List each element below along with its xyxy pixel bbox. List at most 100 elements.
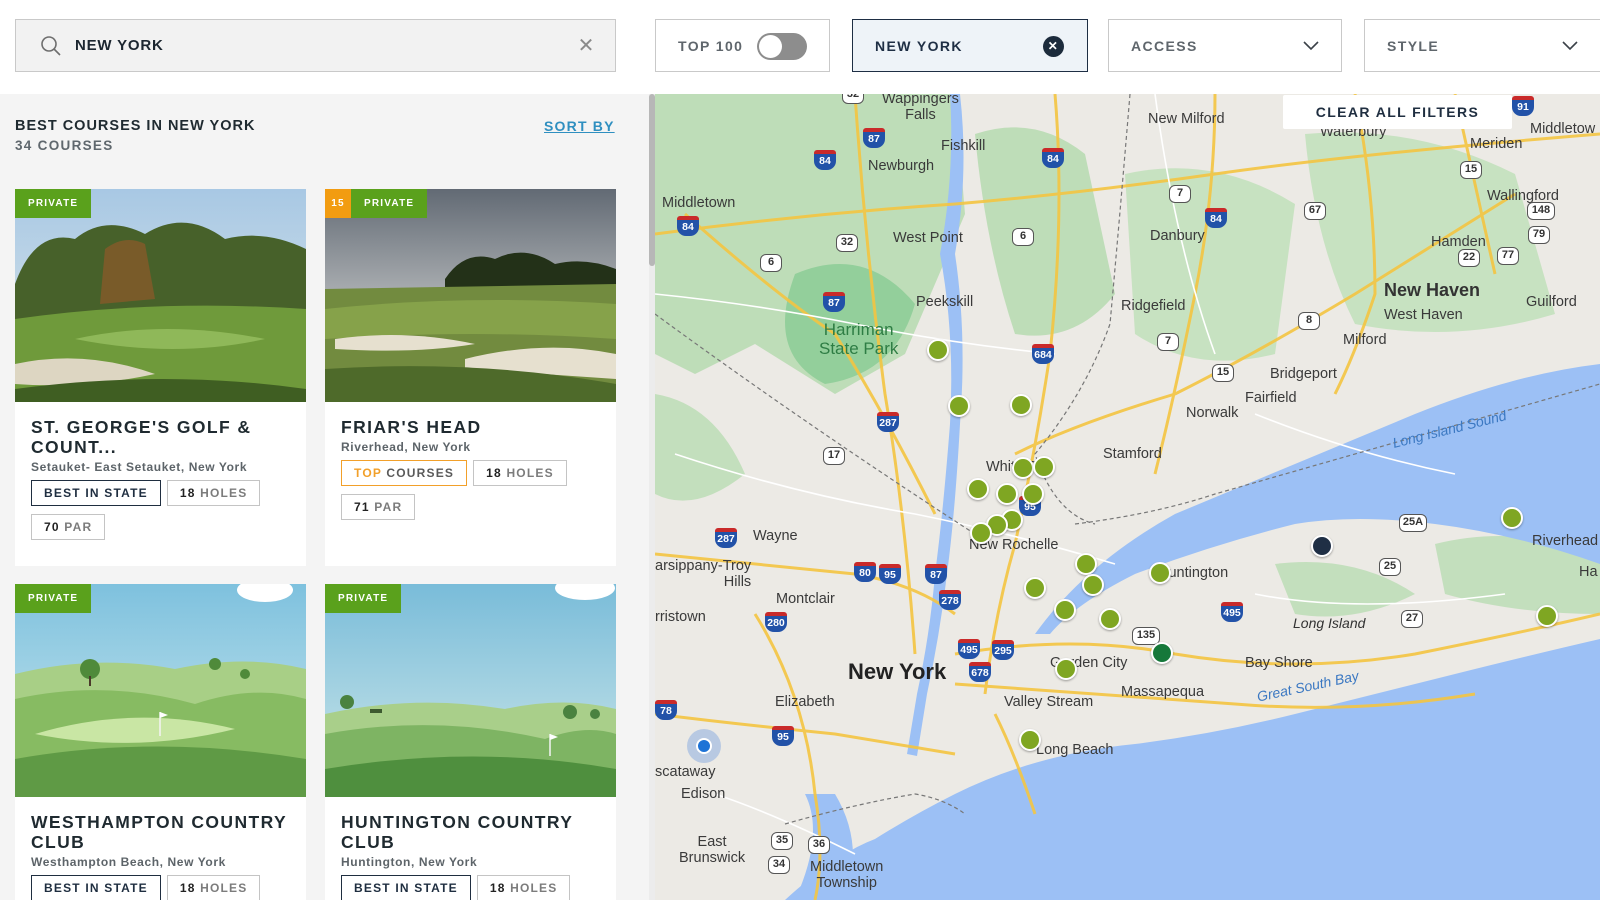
rank-badge: 15 [325,189,351,218]
holes-tag: 18 HOLES [473,460,567,486]
route-shield: 7 [1169,185,1191,203]
course-pin[interactable] [1082,574,1104,596]
course-pin[interactable] [1024,577,1046,599]
interstate-shield: 295 [992,640,1014,660]
map-view[interactable]: Wappingers Falls New Milford Waterbury Mi… [655,94,1600,900]
search-input[interactable]: NEW YORK [75,37,571,54]
current-location-icon [687,729,721,763]
map-label: Stamford [1103,446,1162,462]
map-label: arsippany-Troy Hills [655,558,752,590]
course-pin[interactable] [967,478,989,500]
holes-unit: HOLES [200,881,248,895]
map-label: Meriden [1470,136,1523,152]
course-tags: BEST IN STATE 18 HOLES [341,875,611,900]
course-name[interactable]: HUNTINGTON COUNTRY CLUB [341,812,606,852]
course-pin[interactable] [1019,729,1041,751]
map-label: Ridgefield [1121,298,1186,314]
course-card[interactable]: PRIVATE WESTHAMPTON COUNTRY CLUB Westham… [15,584,306,900]
interstate-shield: 84 [1042,148,1064,168]
holes-tag: 18 HOLES [166,480,261,506]
clear-all-filters-button[interactable]: CLEAR ALL FILTERS [1283,95,1512,129]
route-shield: 7 [1157,333,1179,351]
route-shield: 148 [1527,202,1555,220]
course-pin[interactable] [1151,642,1173,664]
map-label: Edison [681,786,726,802]
holes-unit: HOLES [510,881,558,895]
close-icon[interactable]: ✕ [571,33,601,58]
course-pin[interactable] [1054,599,1076,621]
course-location: Huntington, New York [341,855,478,869]
access-badge: PRIVATE [351,189,428,218]
course-count: 34 COURSES [15,138,114,153]
course-pin[interactable] [1022,483,1044,505]
top100-filter[interactable]: TOP 100 [655,19,830,72]
interstate-shield: 495 [1221,602,1243,622]
style-dropdown[interactable]: STYLE [1364,19,1600,72]
route-shield: 25A [1399,514,1427,532]
map-label: Peekskill [916,294,974,310]
course-card[interactable]: 15 PRIVATE FRIAR'S HEAD Riverhead, New Y… [325,189,616,566]
course-pin[interactable] [948,395,970,417]
interstate-shield: 87 [863,128,885,148]
course-pin[interactable] [1055,658,1077,680]
route-shield: 36 [808,836,830,854]
best-in-state-tag: BEST IN STATE [31,875,161,900]
route-shield: 6 [1012,228,1034,246]
course-pin[interactable] [1501,507,1523,529]
route-shield: 32 [836,234,858,252]
course-card[interactable]: PRIVATE ST. GEORGE'S GOLF & COUNT... Set… [15,189,306,566]
interstate-shield: 684 [1032,344,1054,364]
map-label: Wayne [753,528,798,544]
top-rest: COURSES [386,466,455,480]
interstate-shield: 495 [958,639,980,659]
course-pin[interactable] [1536,605,1558,627]
par-unit: PAR [64,520,93,534]
map-label: Guilford [1526,294,1577,310]
map-label: Norwalk [1186,405,1239,421]
course-pin[interactable] [1010,394,1032,416]
map-label: Elizabeth [775,694,835,710]
course-name[interactable]: WESTHAMPTON COUNTRY CLUB [31,812,296,852]
map-label: Valley Stream [1004,694,1094,710]
course-pin[interactable] [1033,456,1055,478]
interstate-shield: 95 [879,564,901,584]
course-name[interactable]: ST. GEORGE'S GOLF & COUNT... [31,417,296,457]
course-pin[interactable] [1012,457,1034,479]
course-card[interactable]: PRIVATE HUNTINGTON COUNTRY CLUB Huntingt… [325,584,616,900]
map-label: Milford [1343,332,1387,348]
holes-number: 18 [179,486,196,500]
access-badge: PRIVATE [325,584,402,613]
map-label: New Milford [1148,111,1225,127]
route-shield: 35 [771,832,793,850]
map-label: Middletown Township [810,859,884,891]
course-pin[interactable] [1099,608,1121,630]
route-shield: 25 [1379,558,1401,576]
course-photo [325,189,616,402]
map-label: Hamden [1431,234,1486,250]
route-shield: 6 [760,254,782,272]
course-pin[interactable] [927,339,949,361]
selected-course-pin[interactable] [1311,535,1333,557]
holes-number: 18 [486,466,502,480]
par-tag: 70 PAR [31,514,106,540]
course-pin[interactable] [1075,553,1097,575]
route-shield: 135 [1132,627,1160,645]
map-label: Fishkill [941,138,986,154]
course-name[interactable]: FRIAR'S HEAD [341,417,606,437]
map-label: East Brunswick [679,834,746,866]
course-pin[interactable] [996,483,1018,505]
search-box[interactable]: NEW YORK ✕ [15,19,616,72]
location-filter[interactable]: NEW YORK ✕ [852,19,1088,72]
course-pin[interactable] [1149,562,1171,584]
map-label: Fairfield [1245,390,1297,406]
course-pin[interactable] [970,522,992,544]
access-dropdown[interactable]: ACCESS [1108,19,1342,72]
map-label: Wappingers Falls [882,94,959,123]
sort-by-link[interactable]: SORT BY [544,118,615,134]
remove-filter-icon[interactable]: ✕ [1043,36,1064,57]
interstate-shield: 91 [1512,96,1534,116]
map-label: Montclair [776,591,835,607]
course-location: Riverhead, New York [341,440,471,454]
top100-toggle[interactable] [757,33,807,60]
route-shield: 77 [1497,247,1519,265]
